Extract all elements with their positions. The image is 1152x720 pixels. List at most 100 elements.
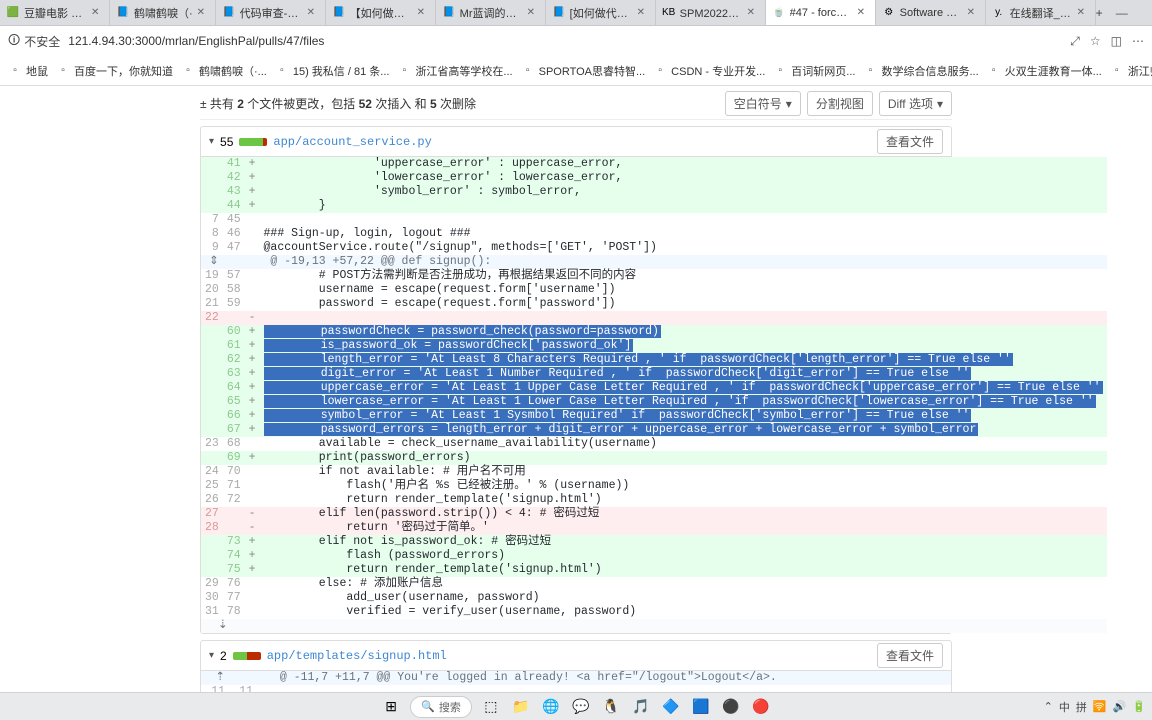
new-line-num: 42 (223, 171, 245, 185)
tray-chevron-icon[interactable]: ⌃ (1044, 700, 1053, 713)
browser-tab[interactable]: 📘[如何做代码审✕ (546, 0, 656, 25)
security-indicator[interactable]: 🛈 不安全 (8, 31, 60, 52)
other-icon[interactable]: 🔴 (750, 696, 772, 718)
diff-row: 846### Sign-up, login, logout ### (201, 227, 1107, 241)
netease-icon[interactable]: 🎵 (630, 696, 652, 718)
window-max-button[interactable]: ☐ (1141, 0, 1152, 25)
view-file-button[interactable]: 查看文件 (877, 643, 943, 668)
explorer-icon[interactable]: 📁 (510, 696, 532, 718)
diff-sign (245, 479, 260, 493)
close-icon[interactable]: ✕ (637, 7, 649, 19)
bookmark-item[interactable]: ▫CSDN - 专业开发... (653, 63, 765, 79)
bookmark-item[interactable]: ▫火双生涯教育一体... (987, 63, 1102, 79)
browser-tab[interactable]: 📘【如何做代码审✕ (326, 0, 436, 25)
translate-icon[interactable]: ⤢ (1070, 34, 1080, 49)
old-line-num (201, 339, 223, 353)
volume-icon[interactable]: 🔊 (1113, 700, 1127, 713)
tab-title: #47 - force str (790, 7, 853, 19)
file-name[interactable]: app/account_service.py (273, 135, 431, 149)
close-icon[interactable]: ✕ (967, 7, 979, 19)
splitview-button[interactable]: 分割视图 (807, 91, 873, 116)
close-icon[interactable]: ✕ (307, 7, 319, 19)
close-icon[interactable]: ✕ (417, 7, 429, 19)
bookmark-item[interactable]: ▫数学综合信息服务... (863, 63, 978, 79)
new-line-num: 67 (223, 423, 245, 437)
qq-icon[interactable]: 🐧 (600, 696, 622, 718)
new-line-num: 64 (223, 381, 245, 395)
bookmark-item[interactable]: ▫百词斩网页... (773, 63, 855, 79)
tab-title: SPM2022F-丁 (680, 5, 743, 21)
new-tab-button[interactable]: + (1096, 0, 1103, 25)
collapse-icon[interactable]: ▾ (209, 650, 214, 661)
expand-icon[interactable]: ⇣ (201, 619, 245, 633)
close-icon[interactable]: ✕ (1077, 7, 1089, 19)
code-line: verified = verify_user(username, passwor… (260, 605, 1107, 619)
ime-icon[interactable]: 中 (1059, 699, 1070, 715)
ime-mode-icon[interactable]: 拼 (1076, 699, 1087, 715)
steam-icon[interactable]: ⚫ (720, 696, 742, 718)
bookmark-item[interactable]: ▫SPORTOA思睿特智... (521, 63, 646, 79)
bookmark-item[interactable]: ▫百度一下，你就知道 (56, 63, 173, 79)
code-line: passwordCheck = password_check(password=… (260, 325, 1107, 339)
close-icon[interactable]: ✕ (747, 7, 759, 19)
task-view-icon[interactable]: ⬚ (480, 696, 502, 718)
diffopts-button[interactable]: Diff 选项 ▾ (879, 91, 952, 116)
bookmark-item[interactable]: ▫15) 我私信 / 81 条... (275, 63, 390, 79)
code-line: } (260, 199, 1107, 213)
favicon-icon: 🍵 (772, 6, 786, 20)
browser-tab[interactable]: 📘代码审查-供候✕ (216, 0, 326, 25)
browser-tab[interactable]: y.在线翻译_有道✕ (986, 0, 1096, 25)
hunk-header: @ -11,7 +11,7 @@ You're logged in alread… (269, 671, 951, 685)
diff-row: 74+ flash (password_errors) (201, 549, 1107, 563)
chrome-icon[interactable]: 🌐 (540, 696, 562, 718)
code-line: else: # 添加账户信息 (260, 577, 1107, 591)
close-icon[interactable]: ✕ (91, 7, 103, 19)
bookmark-item[interactable]: ▫浙江省高等学校在... (397, 63, 512, 79)
star-icon[interactable]: ☆ (1090, 34, 1101, 49)
edge-icon[interactable]: 🟦 (690, 696, 712, 718)
browser-tab[interactable]: 🍵 #47 - force str ✕ (766, 0, 876, 25)
expand-icon[interactable]: ⇡ (201, 671, 229, 685)
url-text[interactable]: 121.4.94.30:3000/mrlan/EnglishPal/pulls/… (68, 34, 1062, 48)
wifi-icon[interactable]: 🛜 (1093, 700, 1107, 713)
old-line-num (201, 451, 223, 465)
old-line-num (201, 423, 223, 437)
code-line (260, 213, 1107, 227)
tab-title: 代码审查-供候 (240, 5, 303, 21)
collapse-icon[interactable]: ▾ (209, 136, 214, 147)
code-line: lowercase_error = 'At Least 1 Lower Case… (260, 395, 1107, 409)
battery-icon[interactable]: 🔋 (1132, 700, 1146, 713)
new-line-num: 70 (223, 465, 245, 479)
close-icon[interactable]: ✕ (527, 7, 539, 19)
whitespace-button[interactable]: 空白符号 ▾ (725, 91, 801, 116)
start-button[interactable]: ⊞ (380, 696, 402, 718)
extension-icon[interactable]: ◫ (1111, 34, 1122, 49)
diff-sign (245, 493, 260, 507)
browser-tab[interactable]: ⚙Software Proje✕ (876, 0, 986, 25)
bookmark-item[interactable]: ▫浙江师范大学 (1110, 63, 1152, 79)
favicon-icon: 📘 (442, 6, 456, 20)
expand-icon[interactable]: ⇕ (201, 255, 223, 269)
browser-tab[interactable]: KBSPM2022F-丁✕ (656, 0, 766, 25)
expand-row[interactable]: ⇣ (201, 619, 1107, 633)
view-file-button[interactable]: 查看文件 (877, 129, 943, 154)
window-min-button[interactable]: — (1103, 0, 1141, 25)
menu-icon[interactable]: ⋯ (1132, 34, 1144, 49)
close-icon[interactable]: ✕ (197, 7, 209, 19)
file-block: ▾ 2 app/templates/signup.html 查看文件 ⇡ @ -… (200, 640, 952, 700)
tencent-icon[interactable]: 🔷 (660, 696, 682, 718)
browser-tab[interactable]: 📘鹤啸鹤唳（·✕ (110, 0, 216, 25)
bookmark-item[interactable]: ▫地鼠 (8, 63, 48, 79)
bookmark-item[interactable]: ▫鹤啸鹤唳（·... (181, 63, 267, 79)
diff-sign (245, 227, 260, 241)
wechat-icon[interactable]: 💬 (570, 696, 592, 718)
diff-sign: + (245, 395, 260, 409)
close-icon[interactable]: ✕ (857, 7, 869, 19)
taskbar-search[interactable]: 🔍 搜索 (410, 696, 472, 718)
browser-tab[interactable]: 📘Mr蓝调的个人✕ (436, 0, 546, 25)
file-name[interactable]: app/templates/signup.html (267, 649, 447, 663)
diff-row: 947@accountService.route("/signup", meth… (201, 241, 1107, 255)
browser-tab[interactable]: 🟩豆瓣电影 Top 2✕ (0, 0, 110, 25)
chevron-down-icon: ▾ (937, 97, 943, 111)
old-line-num: 26 (201, 493, 223, 507)
